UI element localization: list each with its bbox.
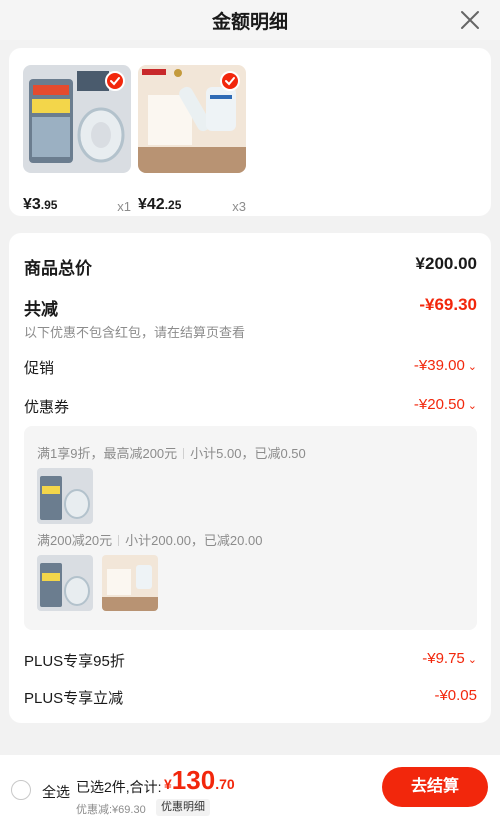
discount-amount: 优惠减:¥69.30 <box>76 804 146 816</box>
page-title: 金额明细 <box>211 12 288 33</box>
promo-label: 促销 <box>24 360 55 377</box>
header: 金额明细 <box>0 0 500 40</box>
close-icon[interactable] <box>458 8 482 32</box>
total-amount: ¥130.70 <box>164 765 235 795</box>
checkout-button[interactable]: 去结算 <box>382 767 488 807</box>
product-image-cream[interactable] <box>138 65 246 173</box>
plus-reduce-label: PLUS专享立减 <box>24 690 124 707</box>
chevron-down-icon[interactable]: ⌄ <box>468 654 477 666</box>
plus95-label: PLUS专享95折 <box>24 653 125 670</box>
promo-value: -¥39.00 ⌄ <box>413 357 477 374</box>
selected-count: 已选2件,合计: <box>76 779 162 795</box>
chevron-down-icon[interactable]: ⌄ <box>468 361 477 373</box>
coupon-product-thumb <box>37 468 93 524</box>
select-all-label[interactable]: 全选 <box>42 782 70 802</box>
reduce-note: 以下优惠不包含红包，请在结算页查看 <box>24 325 246 340</box>
coupon-rule-line: 满200减20元 小计200.00，已减20.00 <box>37 533 263 548</box>
coupon-product-thumb <box>102 555 158 611</box>
product-image-tape[interactable] <box>23 65 131 173</box>
coupon-rule-line: 满1享9折，最高减200元 小计5.00，已减0.50 <box>37 446 306 461</box>
check-icon[interactable] <box>105 71 125 91</box>
checkout-bar: 全选 已选2件,合计: ¥130.70 优惠减:¥69.30 优惠明细 去结算 <box>0 755 500 828</box>
coupon-value: -¥20.50 ⌄ <box>413 396 477 413</box>
product-quantity: x3 <box>232 199 246 214</box>
price-detail-card: 商品总价 ¥200.00 共减 -¥69.30 以下优惠不包含红包，请在结算页查… <box>9 233 491 723</box>
product-quantity: x1 <box>117 199 131 214</box>
select-all-radio[interactable] <box>11 780 31 800</box>
total-reduce-label: 共减 <box>24 300 58 319</box>
total-price-value: ¥200.00 <box>415 254 477 273</box>
total-reduce-value: -¥69.30 <box>419 295 477 314</box>
plus-reduce-value: -¥0.05 <box>434 687 477 704</box>
coupon-product-thumb <box>37 555 93 611</box>
total-price-label: 商品总价 <box>24 259 92 278</box>
discount-detail-button[interactable]: 优惠明细 <box>156 799 210 816</box>
product-price: ¥3.95 <box>23 196 58 213</box>
plus95-value: -¥9.75 ⌄ <box>422 650 477 667</box>
chevron-down-icon[interactable]: ⌄ <box>468 400 477 412</box>
product-price: ¥42.25 <box>138 196 182 213</box>
coupon-detail-box: 满1享9折，最高减200元 小计5.00，已减0.50 满200减20元 小计200… <box>24 426 477 630</box>
check-icon[interactable] <box>220 71 240 91</box>
product-card: ¥3.95 x1 ¥42.25 x3 <box>9 48 491 216</box>
coupon-label: 优惠券 <box>24 399 70 416</box>
